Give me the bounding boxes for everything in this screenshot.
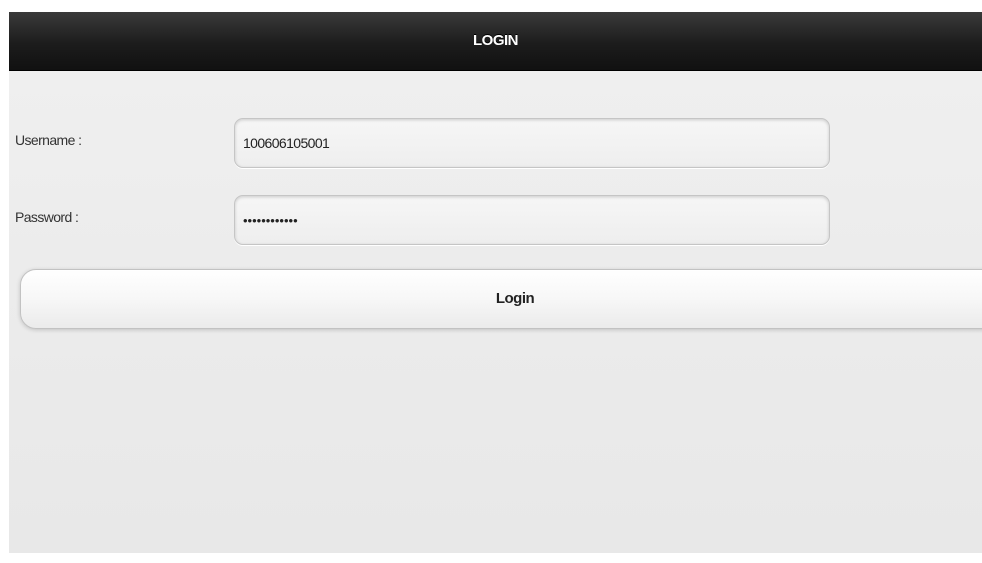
page-title: LOGIN xyxy=(9,12,982,71)
login-page: LOGIN Username : Password : Login xyxy=(9,12,982,553)
password-label: Password : xyxy=(15,209,79,225)
login-button[interactable]: Login xyxy=(20,269,982,329)
password-field[interactable] xyxy=(234,195,830,245)
username-label: Username : xyxy=(15,132,82,148)
username-field[interactable] xyxy=(234,118,830,168)
